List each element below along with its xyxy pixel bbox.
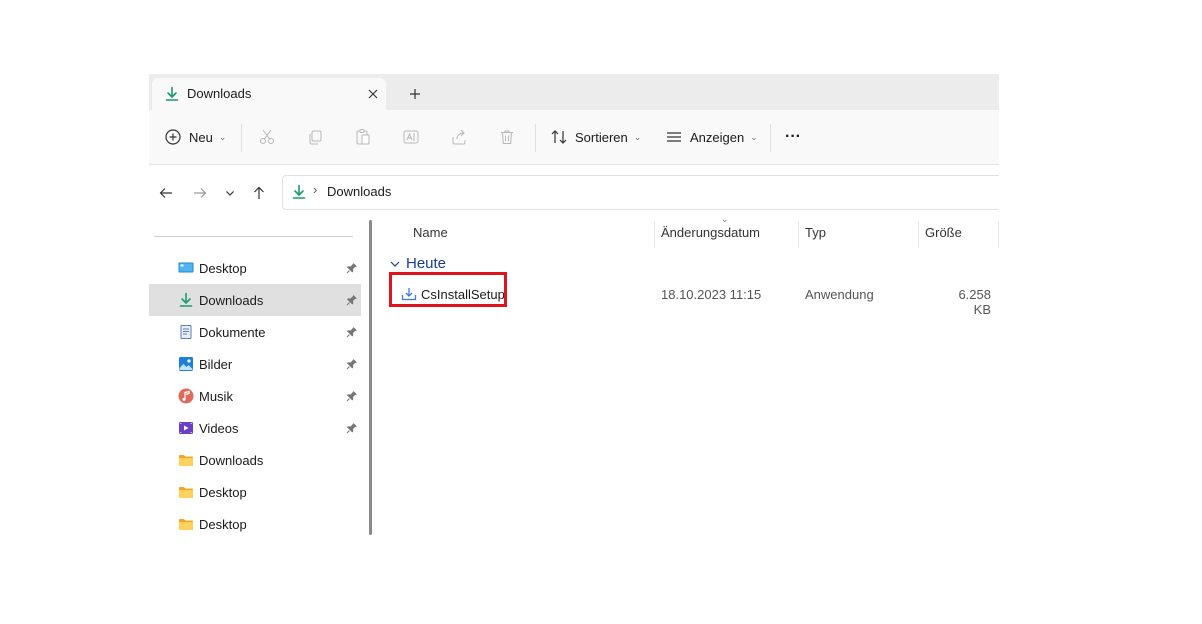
column-divider: [798, 222, 799, 248]
close-icon[interactable]: [363, 84, 383, 104]
sidebar-item-desktop-folder[interactable]: Desktop: [149, 476, 361, 508]
column-header-type[interactable]: Typ: [805, 225, 826, 240]
plus-icon[interactable]: [405, 84, 425, 104]
navigation-pane: Desktop Downloads Dokumente Bilder Musik…: [149, 220, 374, 535]
chevron-down-icon: ⌄: [721, 214, 729, 224]
music-icon: [178, 388, 194, 404]
column-divider: [998, 222, 999, 248]
tab-bar: Downloads: [149, 74, 999, 110]
copy-icon: [305, 127, 325, 147]
pin-icon: [346, 357, 360, 371]
chevron-down-icon: ⌄: [750, 131, 758, 142]
folder-icon: [178, 484, 194, 500]
back-arrow-icon[interactable]: [156, 183, 176, 203]
pin-icon: [346, 293, 360, 307]
sidebar-item-label: Dokumente: [199, 325, 266, 340]
pictures-icon: [178, 356, 194, 372]
pin-icon: [346, 421, 360, 435]
column-header-date[interactable]: Änderungsdatum: [661, 225, 760, 240]
share-button[interactable]: [449, 123, 469, 151]
more-options-button[interactable]: ···: [785, 123, 801, 151]
command-bar: Neu ⌄ Sortieren ⌄ Anzeigen ⌄ ···: [149, 110, 999, 165]
column-divider: [918, 222, 919, 248]
cut-button[interactable]: [257, 123, 277, 151]
highlight-box: [389, 272, 507, 307]
breadcrumb-separator: ›: [313, 182, 318, 197]
paste-icon: [353, 127, 373, 147]
add-circle-icon: [163, 127, 183, 147]
up-arrow-icon[interactable]: [249, 183, 269, 203]
toolbar-divider: [770, 124, 771, 152]
sidebar-item-label: Desktop: [199, 485, 247, 500]
view-button[interactable]: Anzeigen ⌄: [664, 123, 758, 151]
sort-button-label: Sortieren: [575, 129, 628, 145]
group-header[interactable]: Heute: [389, 255, 446, 272]
sidebar-item-label: Downloads: [199, 453, 264, 468]
sidebar-item-downloads-folder[interactable]: Downloads: [149, 444, 361, 476]
sidebar-item-label: Musik: [199, 389, 233, 404]
folder-icon: [178, 516, 194, 532]
sort-icon: [549, 127, 569, 147]
sort-button[interactable]: Sortieren ⌄: [549, 123, 641, 151]
toolbar-divider: [241, 124, 242, 152]
documents-icon: [178, 324, 194, 340]
file-explorer-window: Downloads Neu ⌄ Sortieren ⌄ Anzeigen ⌄ ·…: [149, 74, 999, 535]
pin-icon: [346, 261, 360, 275]
download-icon: [291, 184, 307, 200]
share-icon: [449, 127, 469, 147]
recent-locations-icon[interactable]: [220, 183, 240, 203]
chevron-down-icon: ⌄: [633, 131, 642, 142]
column-header-size[interactable]: Größe: [925, 225, 962, 240]
download-icon: [164, 86, 180, 102]
file-date: 18.10.2023 11:15: [661, 287, 762, 302]
view-list-icon: [664, 127, 684, 147]
sidebar-item-label: Downloads: [199, 293, 264, 308]
more-options-label: ···: [785, 128, 801, 145]
sidebar-item-videos[interactable]: Videos: [149, 412, 361, 444]
sidebar-item-label: Desktop: [199, 517, 247, 532]
sidebar-item-label: Desktop: [199, 261, 247, 276]
forward-arrow-icon[interactable]: [190, 183, 210, 203]
sidebar-divider: [154, 236, 353, 237]
rename-button[interactable]: [401, 123, 421, 151]
new-button-label: Neu: [189, 129, 213, 145]
file-list: ⌄ Name Änderungsdatum Typ Größe Heute Cs…: [379, 214, 999, 535]
breadcrumb-downloads[interactable]: Downloads: [327, 184, 391, 199]
videos-icon: [178, 420, 194, 436]
download-icon: [178, 292, 194, 308]
sidebar-item-bilder[interactable]: Bilder: [149, 348, 361, 380]
paste-button[interactable]: [353, 123, 373, 151]
file-type: Anwendung: [805, 287, 874, 302]
sidebar-scrollbar[interactable]: [369, 220, 372, 535]
rename-icon: [401, 127, 421, 147]
delete-button[interactable]: [497, 123, 517, 151]
desktop-icon: [178, 260, 194, 276]
tab-title: Downloads: [187, 86, 252, 101]
column-header-name[interactable]: Name: [413, 225, 448, 240]
cut-icon: [257, 127, 277, 147]
toolbar-divider: [535, 124, 536, 152]
sidebar-item-dokumente[interactable]: Dokumente: [149, 316, 361, 348]
pin-icon: [346, 325, 360, 339]
file-size: 6.258 KB: [958, 287, 991, 317]
sidebar-item-musik[interactable]: Musik: [149, 380, 361, 412]
trash-icon: [497, 127, 517, 147]
tab-downloads[interactable]: Downloads: [152, 78, 386, 110]
group-label: Heute: [406, 255, 447, 272]
chevron-down-icon: [390, 261, 400, 267]
sidebar-item-desktop-folder[interactable]: Desktop: [149, 508, 361, 535]
sidebar-item-downloads[interactable]: Downloads: [149, 284, 361, 316]
sidebar-item-label: Bilder: [199, 357, 233, 372]
view-button-label: Anzeigen: [690, 129, 745, 145]
folder-icon: [178, 452, 194, 468]
copy-button[interactable]: [305, 123, 325, 151]
address-row: › Downloads: [149, 165, 999, 219]
sidebar-item-desktop[interactable]: Desktop: [149, 252, 361, 284]
column-divider: [654, 222, 655, 248]
new-button[interactable]: Neu ⌄: [163, 123, 226, 151]
chevron-down-icon: ⌄: [218, 131, 227, 142]
pin-icon: [346, 389, 360, 403]
address-bar[interactable]: › Downloads: [282, 175, 999, 210]
sidebar-item-label: Videos: [199, 421, 239, 436]
